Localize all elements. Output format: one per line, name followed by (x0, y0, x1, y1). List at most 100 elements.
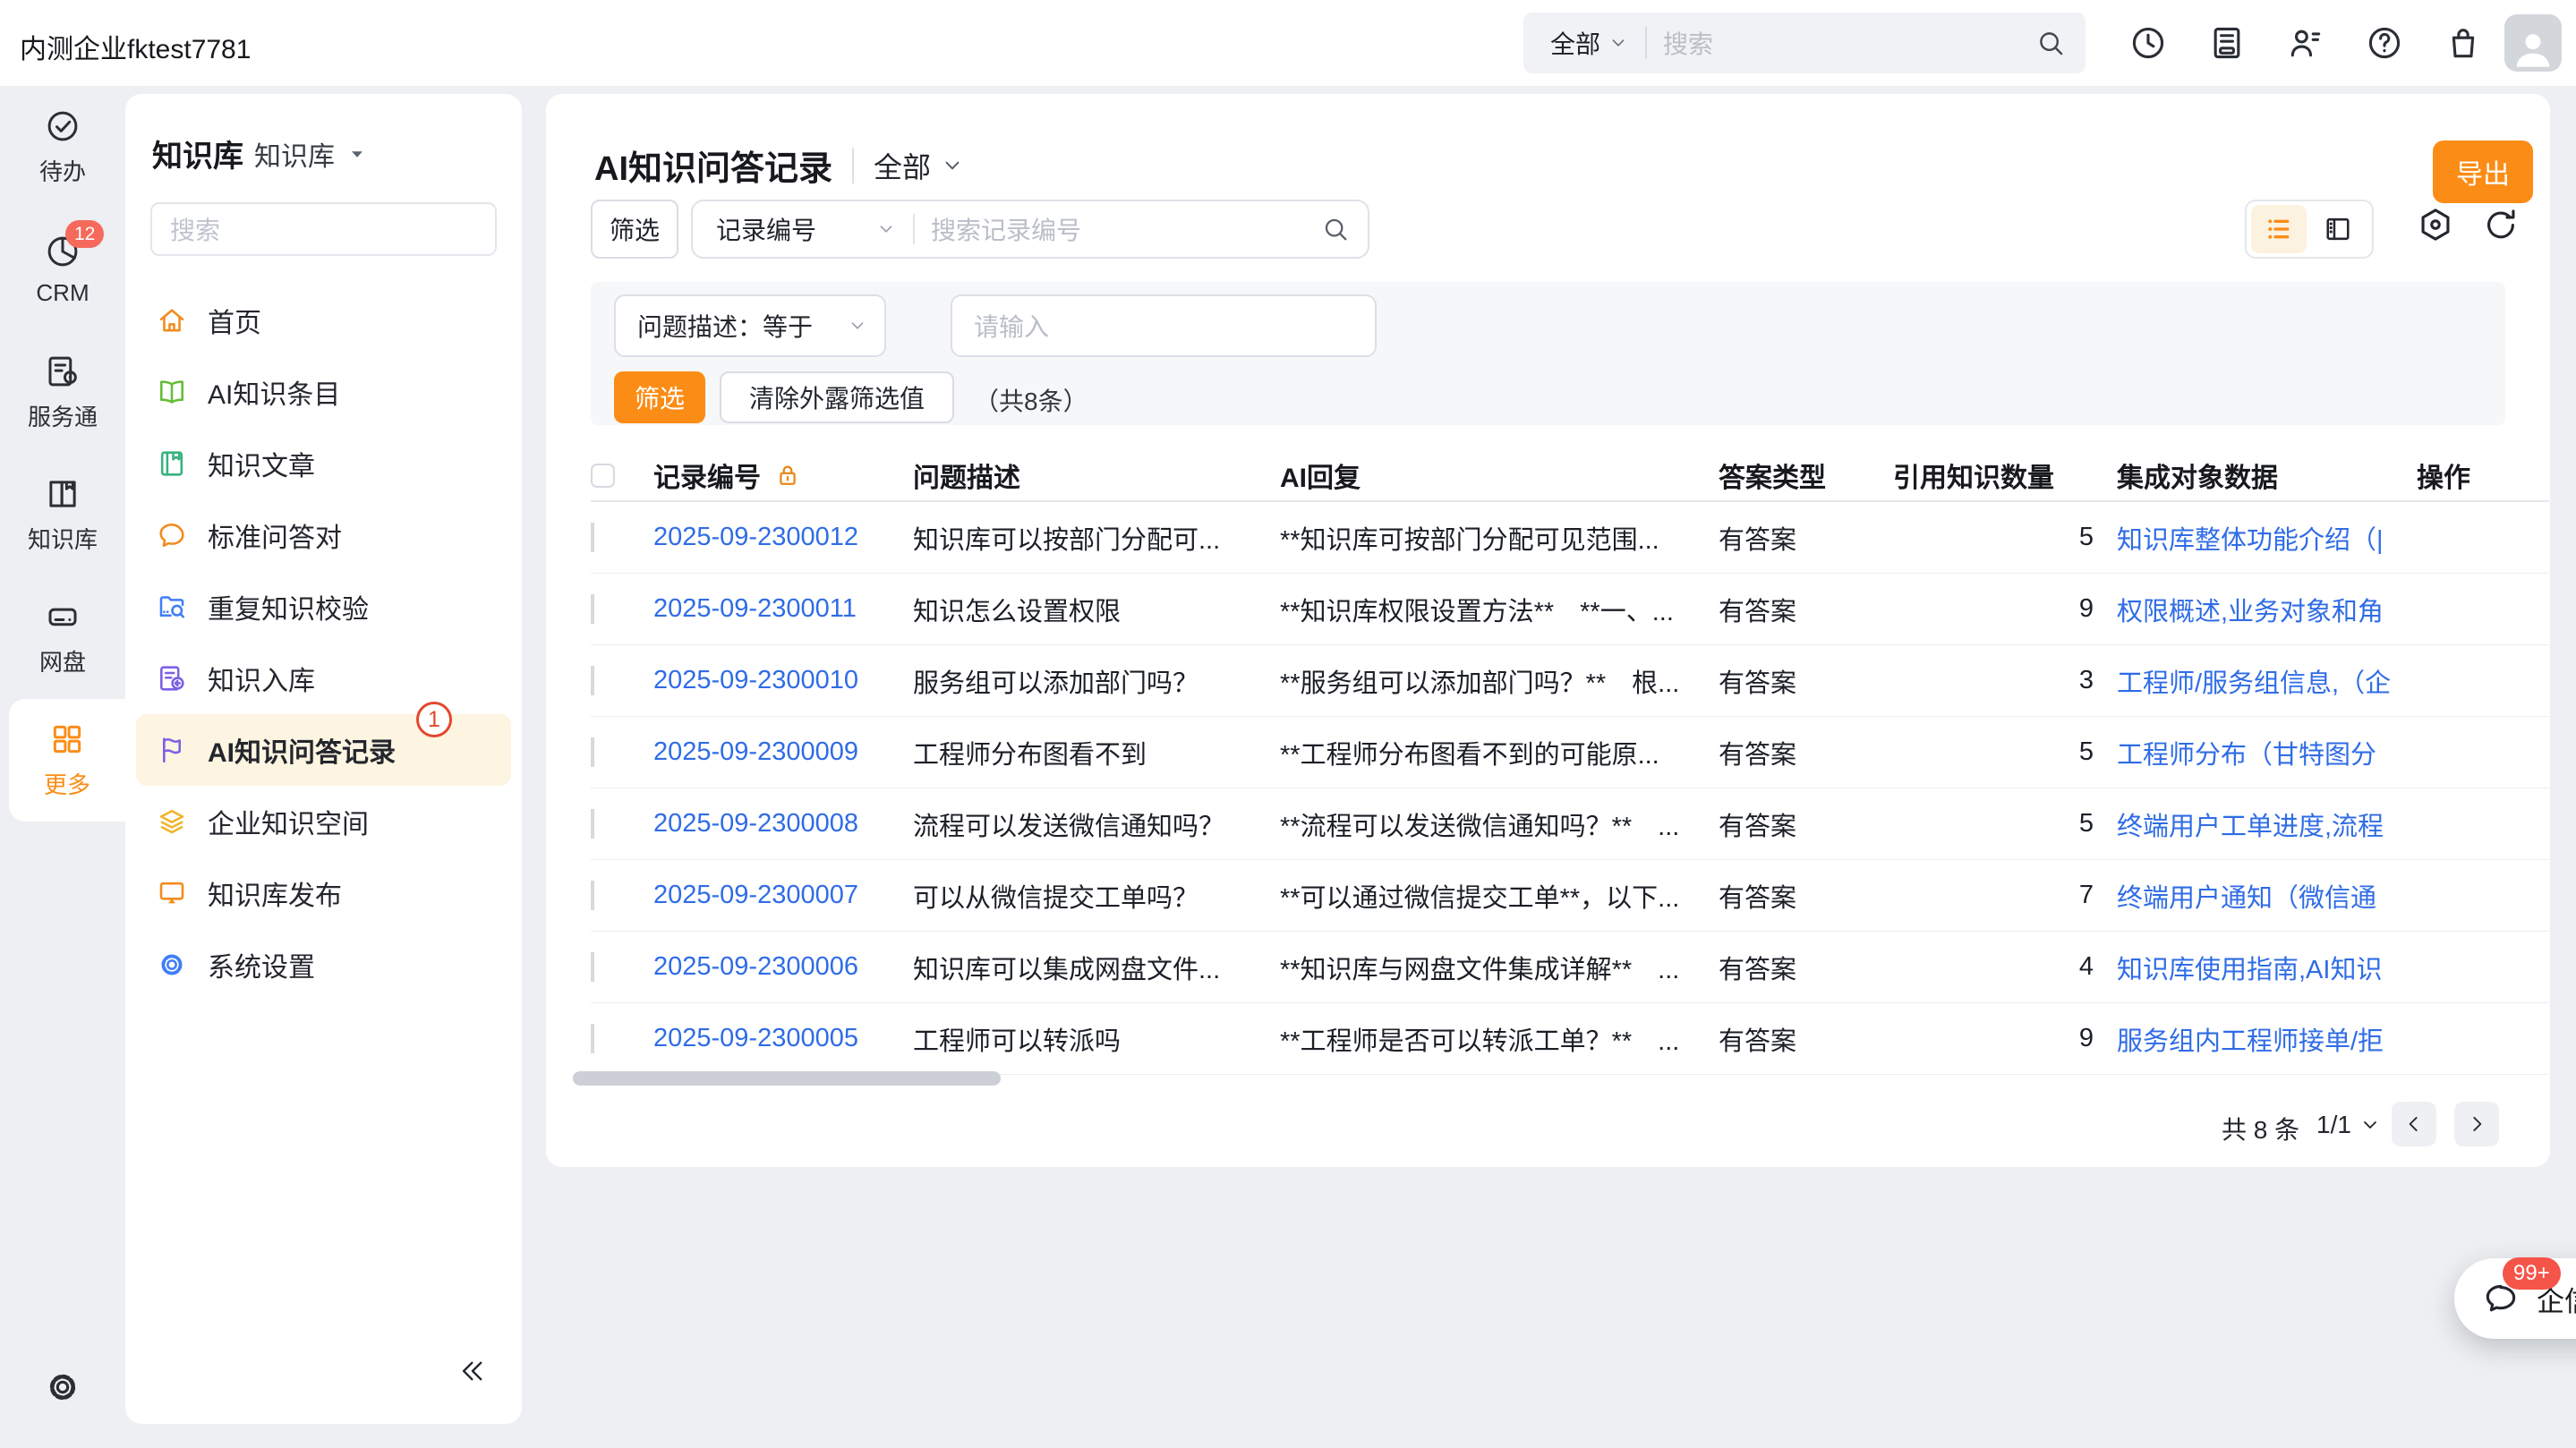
search-icon[interactable] (1321, 215, 1350, 243)
row-checkbox[interactable] (591, 594, 594, 624)
rail-settings[interactable] (0, 1367, 125, 1407)
clock-icon[interactable] (2128, 23, 2168, 63)
rail-item-label: 待办 (39, 154, 86, 187)
page-select[interactable]: 1/1 (2316, 1111, 2382, 1139)
filter-value-input[interactable]: 请输入 (951, 294, 1377, 357)
table-row[interactable]: 2025-09-2300005 工程师可以转派吗 **工程师是否可以转派工单？*… (591, 1003, 2549, 1075)
record-id-link[interactable]: 2025-09-2300005 (653, 1024, 913, 1053)
integration-links[interactable]: 工程师分布（甘特图分 (2117, 734, 2417, 771)
row-checkbox[interactable] (591, 1024, 594, 1053)
col-ref-count[interactable]: 引用知识数量 (1893, 456, 2117, 495)
sidebar-title[interactable]: 知识库 知识库 (152, 132, 495, 175)
board-view-button[interactable] (2310, 205, 2366, 253)
qixin-chat-button[interactable]: 99+ 企信 (2454, 1258, 2576, 1339)
sidebar-item-ai-entries[interactable]: AI知识条目 (136, 356, 511, 428)
record-id-link[interactable]: 2025-09-2300007 (653, 881, 913, 910)
question-cell: 工程师分布图看不到 (913, 734, 1280, 771)
integration-links[interactable]: 服务组内工程师接单/拒 (2117, 1020, 2417, 1058)
record-id-link[interactable]: 2025-09-2300008 (653, 809, 913, 839)
record-id-link[interactable]: 2025-09-2300010 (653, 666, 913, 695)
avatar[interactable] (2504, 14, 2562, 72)
table-row[interactable]: 2025-09-2300011 知识怎么设置权限 **知识库权限设置方法** *… (591, 574, 2549, 645)
view-scope-dropdown[interactable]: 全部 (874, 145, 965, 186)
sidebar-item-ai-qa-records[interactable]: AI知识问答记录 1 (136, 714, 511, 786)
view-settings-icon[interactable] (2416, 205, 2455, 244)
row-checkbox[interactable] (591, 952, 594, 982)
sidebar-item-qa-pairs[interactable]: 标准问答对 (136, 499, 511, 571)
rail-item-crm[interactable]: 12 CRM (0, 209, 125, 331)
sidebar-item-articles[interactable]: 知识文章 (136, 428, 511, 499)
rail-item-netdisk[interactable]: 网盘 (0, 576, 125, 699)
prev-page-button[interactable] (2392, 1102, 2436, 1146)
collapse-sidebar-icon[interactable] (457, 1356, 488, 1386)
record-id-link[interactable]: 2025-09-2300009 (653, 737, 913, 767)
row-checkbox[interactable] (591, 737, 594, 767)
col-ai-reply[interactable]: AI回复 (1280, 456, 1719, 495)
filter-condition-select[interactable]: 问题描述：等于 (614, 294, 886, 357)
sidebar-item-duplicate-check[interactable]: 重复知识校验 (136, 571, 511, 643)
row-checkbox[interactable] (591, 523, 594, 552)
divider (1645, 27, 1647, 59)
global-search[interactable]: 全部 搜索 (1523, 13, 2086, 73)
record-id-link[interactable]: 2025-09-2300011 (653, 594, 913, 624)
help-icon[interactable] (2365, 23, 2404, 63)
search-scope[interactable]: 全部 (1550, 25, 1600, 61)
record-id-link[interactable]: 2025-09-2300012 (653, 523, 913, 552)
integration-links[interactable]: 权限概述,业务对象和角 (2117, 591, 2417, 628)
table-row[interactable]: 2025-09-2300010 服务组可以添加部门吗？ **服务组可以添加部门吗… (591, 645, 2549, 717)
rail-item-todo[interactable]: 待办 (0, 86, 125, 209)
horizontal-scrollbar[interactable] (573, 1071, 2549, 1086)
sidebar-item-intake[interactable]: 知识入库 (136, 643, 511, 714)
next-page-button[interactable] (2454, 1102, 2499, 1146)
refresh-icon[interactable] (2481, 205, 2521, 244)
table-row[interactable]: 2025-09-2300008 流程可以发送微信通知吗？ **流程可以发送微信通… (591, 788, 2549, 860)
rail-item-knowledgebase[interactable]: 知识库 (0, 454, 125, 576)
table-row[interactable]: 2025-09-2300009 工程师分布图看不到 **工程师分布图看不到的可能… (591, 717, 2549, 788)
sidebar-item-publish[interactable]: 知识库发布 (136, 857, 511, 929)
caret-down-icon[interactable] (345, 142, 369, 166)
filter-toggle-button[interactable]: 筛选 (591, 200, 678, 259)
rail-item-service[interactable]: 服务通 (0, 331, 125, 454)
col-question[interactable]: 问题描述 (913, 456, 1280, 495)
integration-links[interactable]: 终端用户工单进度,流程 (2117, 805, 2417, 843)
pie-chart-icon: 12 (44, 233, 81, 270)
chevron-down-icon (1608, 32, 1629, 54)
select-all-checkbox[interactable] (591, 464, 615, 488)
table-row[interactable]: 2025-09-2300012 知识库可以按部门分配可... **知识库可按部门… (591, 502, 2549, 574)
row-checkbox[interactable] (591, 666, 594, 695)
scrollbar-thumb[interactable] (573, 1071, 1001, 1086)
clear-filters-button[interactable]: 清除外露筛选值 (720, 371, 954, 423)
sidebar-search-input[interactable]: 搜索 (150, 202, 497, 256)
table-row[interactable]: 2025-09-2300007 可以从微信提交工单吗？ **可以通过微信提交工单… (591, 860, 2549, 932)
service-doc-icon (44, 353, 81, 390)
search-field-select[interactable]: 记录编号 (716, 211, 816, 247)
record-search-combo[interactable]: 记录编号 搜索记录编号 (691, 200, 1369, 259)
export-button[interactable]: 导出 (2433, 141, 2533, 203)
col-answer-type[interactable]: 答案类型 (1719, 456, 1893, 495)
list-view-button[interactable] (2251, 205, 2307, 253)
record-id-link[interactable]: 2025-09-2300006 (653, 952, 913, 982)
bag-icon[interactable] (2444, 23, 2483, 63)
integration-links[interactable]: 工程师/服务组信息,（企 (2117, 662, 2417, 700)
table-row[interactable]: 2025-09-2300006 知识库可以集成网盘文件... **知识库与网盘文… (591, 932, 2549, 1003)
company-name: 内测企业fktest7781 (20, 27, 251, 66)
col-record-id[interactable]: 记录编号 (653, 456, 913, 495)
answer-type-cell: 有答案 (1719, 805, 1893, 843)
chat-bubble-icon (156, 519, 188, 551)
row-checkbox[interactable] (591, 881, 594, 910)
row-checkbox[interactable] (591, 809, 594, 839)
topbar-icons (2128, 23, 2483, 63)
contacts-icon[interactable] (2286, 23, 2325, 63)
rail-item-more[interactable]: 更多 (9, 699, 125, 822)
apply-filter-button[interactable]: 筛选 (614, 371, 705, 423)
integration-links[interactable]: 终端用户通知（微信通 (2117, 877, 2417, 915)
col-integration[interactable]: 集成对象数据 (2117, 456, 2417, 495)
sidebar-item-settings[interactable]: 系统设置 (136, 929, 511, 1001)
search-icon[interactable] (2035, 28, 2066, 58)
sidebar-item-label: 知识库发布 (208, 873, 342, 913)
integration-links[interactable]: 知识库使用指南,AI知识 (2117, 949, 2417, 986)
sidebar-item-home[interactable]: 首页 (136, 285, 511, 356)
message-board-icon[interactable] (2207, 23, 2247, 63)
sidebar-item-knowledge-space[interactable]: 企业知识空间 (136, 786, 511, 857)
integration-links[interactable]: 知识库整体功能介绍（| (2117, 519, 2417, 557)
